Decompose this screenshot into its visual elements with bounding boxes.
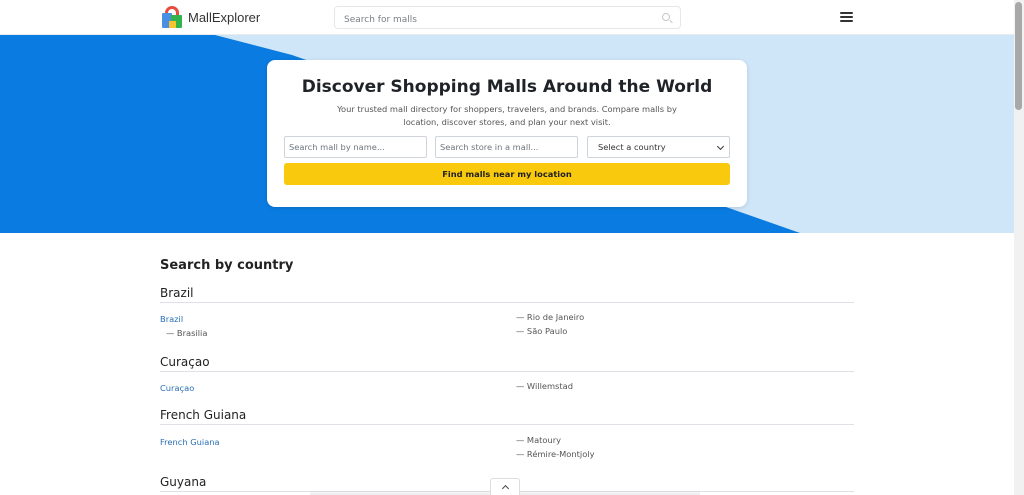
city-link[interactable]: — Willemstad bbox=[516, 381, 573, 391]
city-link[interactable]: — Matoury bbox=[516, 435, 561, 445]
country-group-brazil: Brazil Brazil — Brasilia — Rio de Janeir… bbox=[160, 286, 854, 346]
hamburger-menu-icon[interactable] bbox=[840, 12, 853, 23]
country-select[interactable]: Select a country bbox=[587, 136, 730, 158]
city-link[interactable]: — Rio de Janeiro bbox=[516, 312, 584, 322]
back-to-top-button[interactable] bbox=[490, 478, 520, 495]
brand-logo[interactable]: MallExplorer bbox=[161, 5, 260, 29]
hero-banner: Discover Shopping Malls Around the World… bbox=[0, 35, 1014, 233]
country-group-french-guiana: French Guiana French Guiana — Matoury — … bbox=[160, 408, 854, 468]
country-link-brazil[interactable]: Brazil bbox=[160, 314, 183, 324]
chevron-up-icon bbox=[501, 484, 510, 493]
brand-name: MallExplorer bbox=[188, 9, 261, 25]
store-search-input[interactable] bbox=[435, 136, 578, 158]
page-scrollbar[interactable] bbox=[1014, 0, 1024, 495]
country-heading: French Guiana bbox=[160, 408, 854, 425]
hero-search-card: Discover Shopping Malls Around the World… bbox=[267, 60, 747, 207]
header-search-input[interactable] bbox=[335, 9, 635, 31]
city-link[interactable]: — Rémire-Montjoly bbox=[516, 449, 595, 459]
city-link[interactable]: — São Paulo bbox=[516, 326, 567, 336]
country-group-curacao: Curaçao Curaçao — Willemstad bbox=[160, 355, 854, 397]
top-navbar: MallExplorer bbox=[0, 0, 1014, 35]
country-select-value: Select a country bbox=[598, 142, 666, 152]
hero-subtitle: Your trusted mall directory for shoppers… bbox=[337, 104, 677, 127]
section-title: Search by country bbox=[160, 258, 294, 273]
search-icon[interactable] bbox=[662, 13, 670, 21]
mall-name-search-input[interactable] bbox=[284, 136, 427, 158]
find-near-location-button[interactable]: Find malls near my location bbox=[284, 163, 730, 185]
chevron-down-icon bbox=[716, 142, 725, 151]
country-link-curacao[interactable]: Curaçao bbox=[160, 383, 194, 393]
city-link[interactable]: — Brasilia bbox=[166, 328, 207, 338]
hero-title: Discover Shopping Malls Around the World bbox=[301, 77, 713, 97]
country-heading: Brazil bbox=[160, 286, 854, 303]
header-search bbox=[334, 6, 681, 31]
scrollbar-thumb[interactable] bbox=[1015, 2, 1022, 110]
country-link-french-guiana[interactable]: French Guiana bbox=[160, 437, 220, 447]
logo-bag-icon bbox=[161, 5, 183, 29]
country-heading: Curaçao bbox=[160, 355, 854, 372]
